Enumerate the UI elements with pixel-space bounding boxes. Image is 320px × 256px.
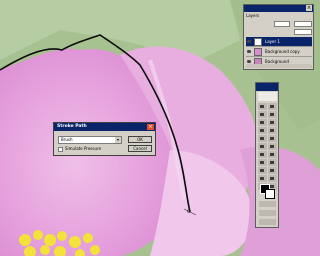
layers-tab[interactable]: Layers: [246, 13, 259, 18]
tool-button[interactable]: [268, 111, 277, 118]
layers-panel: × Layers Layer 1 Background copy Backgro…: [243, 4, 314, 70]
tool-button[interactable]: [268, 151, 277, 158]
layers-panel-footer: [246, 64, 311, 68]
tool-button[interactable]: [258, 167, 267, 174]
tool-button[interactable]: [258, 111, 267, 118]
quick-mask-buttons[interactable]: [259, 201, 276, 207]
tool-button[interactable]: [258, 175, 267, 182]
chevron-down-icon[interactable]: ▾: [115, 137, 121, 143]
close-icon[interactable]: ×: [306, 5, 312, 11]
tool-button[interactable]: [268, 175, 277, 182]
toolbox: [255, 82, 279, 228]
dialog-title[interactable]: Stroke Path: [54, 123, 155, 131]
tool-button[interactable]: [268, 119, 277, 126]
layer-row[interactable]: Background copy: [246, 47, 312, 57]
tool-button[interactable]: [258, 151, 267, 158]
tool-button[interactable]: [258, 135, 267, 142]
eye-icon[interactable]: [247, 60, 251, 63]
tool-button[interactable]: [258, 103, 267, 110]
tool-button[interactable]: [258, 119, 267, 126]
simulate-pressure-label: Simulate Pressure: [65, 146, 102, 151]
tool-select[interactable]: Brush ▾: [58, 136, 122, 144]
toolbox-titlebar[interactable]: [256, 83, 278, 91]
layer-name: Background copy: [265, 49, 300, 54]
tool-grid: [258, 103, 277, 190]
tool-button[interactable]: [268, 103, 277, 110]
close-icon[interactable]: ×: [147, 124, 154, 130]
simulate-pressure-checkbox[interactable]: [58, 147, 63, 152]
stroke-path-dialog: Stroke Path × Brush ▾ Simulate Pressure …: [53, 122, 156, 156]
tool-button[interactable]: [268, 159, 277, 166]
tool-button[interactable]: [258, 143, 267, 150]
jump-to-button[interactable]: [259, 219, 276, 225]
tool-button[interactable]: [268, 135, 277, 142]
tool-button[interactable]: [268, 143, 277, 150]
layer-name: Layer 1: [265, 39, 280, 44]
feather-icon[interactable]: [258, 92, 277, 101]
background-color-swatch[interactable]: [265, 189, 275, 199]
eye-icon[interactable]: [247, 40, 251, 43]
tool-select-value: Brush: [61, 137, 73, 142]
blend-mode-select[interactable]: [274, 21, 290, 27]
cancel-button[interactable]: Cancel: [128, 145, 152, 152]
screen-mode-buttons[interactable]: [259, 210, 276, 216]
layer-thumbnail: [254, 48, 262, 56]
tool-button[interactable]: [268, 127, 277, 134]
tool-button[interactable]: [258, 159, 267, 166]
tool-button[interactable]: [258, 127, 267, 134]
ok-button[interactable]: OK: [128, 136, 152, 143]
eye-icon[interactable]: [247, 50, 251, 53]
fill-field[interactable]: [294, 29, 312, 35]
layer-thumbnail: [254, 38, 262, 46]
layer-row[interactable]: Layer 1: [246, 37, 312, 47]
opacity-field[interactable]: [294, 21, 312, 27]
tool-button[interactable]: [268, 167, 277, 174]
layers-panel-titlebar[interactable]: [244, 5, 313, 12]
